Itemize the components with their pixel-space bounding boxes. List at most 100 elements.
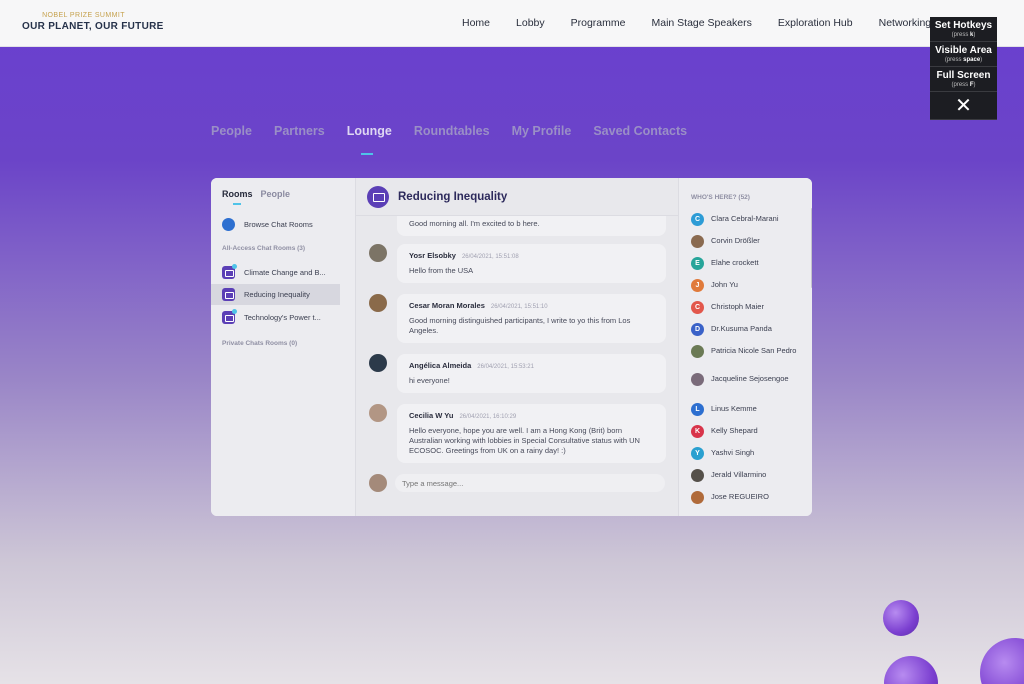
participant-item[interactable]: Jerald Villarmino (691, 469, 803, 482)
participant-name: Linus Kemme (711, 404, 757, 413)
participants-panel: WHO'S HERE? (52) C Clara Cebral-Marani Cor… (678, 178, 812, 516)
message-time: 26/04/2021, 16:10:29 (459, 414, 517, 420)
message-list[interactable]: Good morning all. I'm excited to b here.… (356, 216, 678, 464)
participant-name: Christoph Maier (711, 302, 764, 311)
chat-message: Angélica Almeida 26/04/2021, 15:53:21 hi … (397, 354, 666, 393)
tab-rooms[interactable]: Rooms (222, 189, 253, 199)
participant-item[interactable]: C Christoph Maier (691, 301, 803, 314)
message-time: 26/04/2021, 15:53:21 (477, 364, 534, 370)
tab-my-profile[interactable]: My Profile (512, 124, 572, 138)
participant-item[interactable]: L Linus Kemme (691, 403, 803, 416)
hotkey-title: Visible Area (935, 45, 992, 56)
avatar: D (691, 323, 704, 336)
participant-name: Dr.Kusuma Panda (711, 324, 772, 333)
message-text: Good morning all. I'm excited to b here. (409, 219, 540, 228)
participant-item[interactable]: D Dr.Kusuma Panda (691, 323, 803, 336)
tab-people[interactable]: People (211, 124, 252, 138)
hotkeys-panel: Set Hotkeys (press k) Visible Area (pres… (930, 17, 997, 120)
hotkey-hint: (press space) (944, 57, 983, 63)
chat-panel: Reducing Inequality Good morning all. I'… (356, 178, 678, 516)
sidebar-tab-indicator (233, 203, 241, 205)
avatar (691, 235, 704, 248)
chat-header: Reducing Inequality (356, 178, 678, 216)
avatar: C (691, 301, 704, 314)
avatar: J (691, 279, 704, 292)
participant-name: Kelly Shepard (711, 426, 758, 435)
tab-roundtables[interactable]: Roundtables (414, 124, 490, 138)
chat-message: Cesar Moran Morales 26/04/2021, 15:51:10 … (397, 294, 666, 343)
participant-item[interactable]: Y Yashvi Singh (691, 447, 803, 460)
room-label: Technology's Power t... (244, 313, 321, 322)
room-reducing-inequality[interactable]: Reducing Inequality (211, 284, 340, 305)
chat-room-icon (367, 185, 389, 208)
chat-room-icon (222, 288, 235, 301)
message-time: 26/04/2021, 15:51:10 (490, 304, 548, 310)
full-screen-button[interactable]: Full Screen (press F) (930, 67, 997, 92)
room-label: Browse Chat Rooms (244, 220, 313, 229)
close-icon[interactable]: ✕ (930, 92, 997, 120)
participant-item[interactable]: Jose REGUEIRO (691, 491, 803, 504)
avatar: L (691, 403, 704, 416)
message-text: Good morning distinguished participants,… (409, 316, 631, 335)
avatar: Y (691, 447, 704, 460)
private-rooms-header: Private Chats Rooms (0) (222, 340, 298, 347)
message-time: 26/04/2021, 15:51:08 (461, 254, 519, 260)
participant-item[interactable]: Corvin Drößler (691, 235, 803, 248)
participants-header: WHO'S HERE? (52) (691, 194, 750, 201)
decorative-sphere (883, 600, 919, 636)
room-label: Reducing Inequality (244, 290, 310, 299)
tab-saved-contacts[interactable]: Saved Contacts (593, 124, 687, 138)
nav-lobby[interactable]: Lobby (516, 17, 545, 29)
tab-lounge[interactable]: Lounge (347, 124, 392, 138)
hotkey-title: Full Screen (936, 70, 991, 81)
avatar: K (691, 425, 704, 438)
nav-main-stage-speakers[interactable]: Main Stage Speakers (651, 17, 751, 29)
page-tabs: People Partners Lounge Roundtables My Pr… (211, 124, 709, 138)
chat-room-icon (222, 309, 237, 324)
chat-message: Cecilia W Yu 26/04/2021, 16:10:29 Hello e… (397, 404, 666, 463)
participant-item[interactable]: J John Yu (691, 279, 803, 292)
message-author: Cecilia W Yu 26/04/2021, 16:10:29 (409, 411, 517, 420)
avatar[interactable] (369, 294, 387, 312)
browse-chat-rooms[interactable]: Browse Chat Rooms (211, 214, 340, 235)
participant-item[interactable]: C Clara Cebral-Marani (691, 213, 803, 226)
participant-name: Elahe crockett (711, 258, 759, 267)
avatar (691, 469, 704, 482)
all-access-header: All-Access Chat Rooms (3) (222, 245, 306, 252)
message-input[interactable] (395, 474, 665, 492)
chat-message: Good morning all. I'm excited to b here. (397, 216, 666, 236)
avatar[interactable] (369, 354, 387, 372)
nav-home[interactable]: Home (462, 17, 490, 29)
participant-name: Jacqueline Sejosengoe (711, 374, 789, 383)
message-text: hi everyone! (409, 376, 450, 385)
nav-networking[interactable]: Networking (879, 17, 932, 29)
visible-area-button[interactable]: Visible Area (press space) (930, 42, 997, 67)
room-technologys-power[interactable]: Technology's Power t... (211, 307, 340, 328)
participant-item[interactable]: Patricia Nicole San Pedro (691, 345, 803, 358)
message-author: Cesar Moran Morales 26/04/2021, 15:51:10 (409, 301, 548, 310)
chat-title: Reducing Inequality (398, 190, 508, 203)
avatar[interactable] (369, 404, 387, 422)
set-hotkeys-button[interactable]: Set Hotkeys (press k) (930, 17, 997, 42)
room-climate-change[interactable]: Climate Change and B... (211, 262, 340, 283)
participants-scrollbar[interactable] (811, 208, 812, 288)
nav-exploration-hub[interactable]: Exploration Hub (778, 17, 853, 29)
nav-programme[interactable]: Programme (571, 17, 626, 29)
participant-item[interactable]: Jacqueline Sejosengoe (691, 373, 803, 386)
message-text: Hello everyone, hope you are well. I am … (409, 426, 640, 455)
message-author: Yosr Elsobky 26/04/2021, 15:51:08 (409, 251, 519, 260)
participant-name: Jerald Villarmino (711, 470, 767, 479)
participant-item[interactable]: K Kelly Shepard (691, 425, 803, 438)
tab-sidebar-people[interactable]: People (261, 189, 291, 199)
lounge-panel: Rooms People Browse Chat Rooms All-Acces… (211, 178, 812, 516)
avatar: E (691, 257, 704, 270)
participant-name: Corvin Drößler (711, 236, 760, 245)
avatar (369, 474, 387, 492)
tab-partners[interactable]: Partners (274, 124, 325, 138)
avatar[interactable] (369, 244, 387, 262)
chat-message: Yosr Elsobky 26/04/2021, 15:51:08 Hello f… (397, 244, 666, 283)
site-logo[interactable]: NOBEL PRIZE SUMMIT OUR PLANET, OUR FUTUR… (22, 12, 164, 32)
sidebar-tabs: Rooms People (222, 189, 290, 199)
hotkey-hint: (press k) (951, 32, 976, 38)
participant-item[interactable]: E Elahe crockett (691, 257, 803, 270)
